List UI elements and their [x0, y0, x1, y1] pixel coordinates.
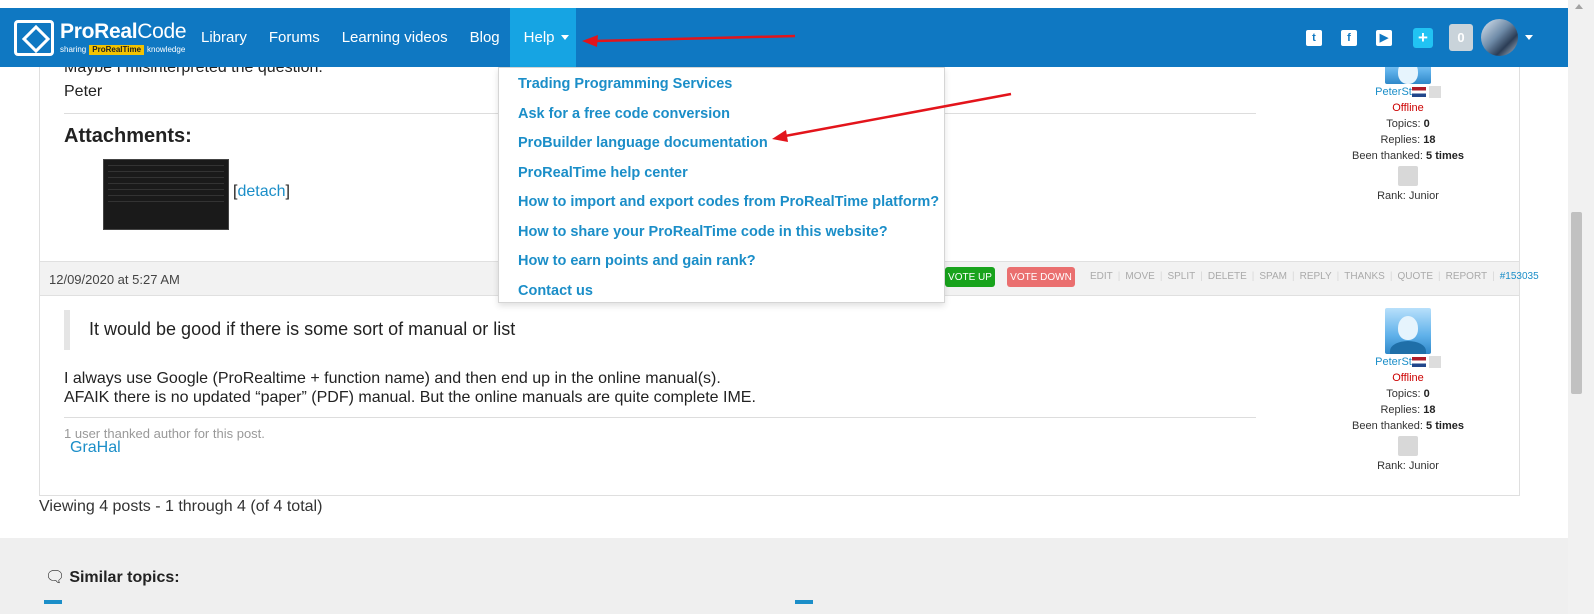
author-avatar[interactable]: [1385, 308, 1431, 354]
scrollbar-thumb[interactable]: [1571, 212, 1582, 394]
logo-title: ProRealCode: [60, 20, 187, 43]
thanker-link[interactable]: GraHal: [70, 439, 121, 457]
author-topics: Topics: 0: [1386, 118, 1430, 130]
report-action[interactable]: REPORT: [1441, 271, 1493, 282]
delete-action[interactable]: DELETE: [1203, 271, 1252, 282]
post-body-line-2: AFAIK there is no updated “paper” (PDF) …: [64, 389, 756, 406]
post-actions: EDIT | MOVE | SPLIT | DELETE | SPAM | REPLY | …: [1085, 271, 1539, 282]
post-body-line-1: I always use Google (ProRealtime + funct…: [64, 370, 721, 387]
megaphone-icon: [1398, 166, 1418, 186]
twitter-icon[interactable]: t: [1306, 29, 1322, 46]
logo-tagline: sharing ProRealTime knowledge: [60, 45, 186, 55]
post2-divider: [64, 417, 1256, 418]
quote-action[interactable]: QUOTE: [1392, 271, 1438, 282]
menu-item-share-code[interactable]: How to share your ProRealTime code in th…: [499, 218, 944, 248]
scroll-up-arrow-icon[interactable]: [1575, 4, 1583, 9]
help-dropdown-menu: Trading Programming Services Ask for a f…: [498, 67, 945, 303]
nav-learning-videos[interactable]: Learning videos: [331, 8, 459, 67]
post-date: 12/09/2020 at 5:27 AM: [49, 272, 180, 287]
post-quote: It would be good if there is some sort o…: [64, 310, 764, 350]
nav-help[interactable]: Help: [509, 8, 576, 67]
split-action[interactable]: SPLIT: [1162, 271, 1200, 282]
add-button[interactable]: +: [1413, 27, 1433, 48]
author-replies: Replies: 18: [1380, 404, 1436, 416]
reply-action[interactable]: REPLY: [1295, 271, 1337, 282]
top-navbar: ProRealCode sharing ProRealTime knowledge …: [0, 8, 1568, 67]
similar-topics-section: [0, 538, 1568, 614]
user-avatar[interactable]: [1481, 19, 1518, 56]
main-nav: Library Forums Learning videos Blog Help: [190, 8, 576, 67]
notification-count-badge[interactable]: 0: [1449, 24, 1473, 51]
spam-action[interactable]: SPAM: [1254, 271, 1292, 282]
thanks-action[interactable]: THANKS: [1339, 271, 1390, 282]
netherlands-flag-icon: [1411, 87, 1426, 98]
author-name[interactable]: PeterSt: [1375, 86, 1412, 98]
chevron-down-icon[interactable]: [1525, 35, 1533, 40]
similar-topic-link[interactable]: [795, 600, 813, 604]
menu-item-free-code-conversion[interactable]: Ask for a free code conversion: [499, 100, 944, 130]
author-name[interactable]: PeterSt: [1375, 356, 1412, 368]
menu-item-trading-programming-services[interactable]: Trading Programming Services: [499, 70, 944, 100]
author-rank: Rank: Junior: [1377, 190, 1439, 202]
detach-link[interactable]: detach: [237, 183, 285, 200]
forum-page: Maybe I misinterpreted the question. Pet…: [0, 0, 1594, 614]
top-strip: [0, 0, 1594, 8]
facebook-icon[interactable]: f: [1341, 29, 1357, 46]
post1-clipped-text: Maybe I misinterpreted the question.: [64, 67, 323, 76]
author-topics: Topics: 0: [1386, 388, 1430, 400]
user-profile-icon[interactable]: [1428, 356, 1441, 369]
author-replies: Replies: 18: [1380, 134, 1436, 146]
nav-blog[interactable]: Blog: [459, 8, 511, 67]
logo-mark-icon: [14, 20, 54, 56]
post1-signature: Peter: [64, 83, 103, 100]
attachment-thumbnail[interactable]: [103, 159, 229, 230]
chevron-down-icon: [560, 35, 569, 40]
vote-down-button[interactable]: VOTE DOWN: [1007, 267, 1075, 287]
author-rank: Rank: Junior: [1377, 460, 1439, 472]
youtube-icon[interactable]: ▶: [1376, 29, 1392, 46]
move-action[interactable]: MOVE: [1120, 271, 1159, 282]
nav-forums[interactable]: Forums: [258, 8, 331, 67]
author-status: Offline: [1392, 102, 1424, 114]
author-box-1: PeterSt Offline Topics: 0 Replies: 18 Be…: [1338, 52, 1478, 204]
attachments-heading: Attachments:: [64, 125, 192, 147]
author-box-2: PeterSt Offline Topics: 0 Replies: 18 Be…: [1338, 308, 1478, 474]
detach-link-wrapper: [detach]: [233, 183, 290, 200]
post-id-link[interactable]: #153035: [1495, 271, 1539, 282]
vote-up-button[interactable]: VOTE UP: [945, 267, 995, 287]
menu-item-earn-points[interactable]: How to earn points and gain rank?: [499, 247, 944, 277]
user-profile-icon[interactable]: [1428, 86, 1441, 99]
nav-library[interactable]: Library: [190, 8, 258, 67]
menu-item-probuilder-documentation[interactable]: ProBuilder language documentation: [499, 129, 944, 159]
author-thanked: Been thanked: 5 times: [1352, 150, 1464, 162]
similar-topics-heading: 🗨 Similar topics:: [45, 569, 180, 586]
site-logo[interactable]: ProRealCode sharing ProRealTime knowledge: [14, 16, 187, 60]
author-status: Offline: [1392, 372, 1424, 384]
similar-topic-link[interactable]: [44, 600, 62, 604]
speech-bubble-icon: 🗨: [45, 569, 66, 586]
menu-item-import-export-codes[interactable]: How to import and export codes from ProR…: [499, 188, 944, 218]
nav-right-tools: t f ▶ + 0: [1306, 8, 1533, 67]
menu-item-help-center[interactable]: ProRealTime help center: [499, 159, 944, 189]
netherlands-flag-icon: [1411, 357, 1426, 368]
megaphone-icon: [1398, 436, 1418, 456]
menu-item-contact-us[interactable]: Contact us: [499, 277, 944, 307]
viewing-posts-text: Viewing 4 posts - 1 through 4 (of 4 tota…: [39, 498, 323, 515]
edit-action[interactable]: EDIT: [1085, 271, 1118, 282]
author-thanked: Been thanked: 5 times: [1352, 420, 1464, 432]
